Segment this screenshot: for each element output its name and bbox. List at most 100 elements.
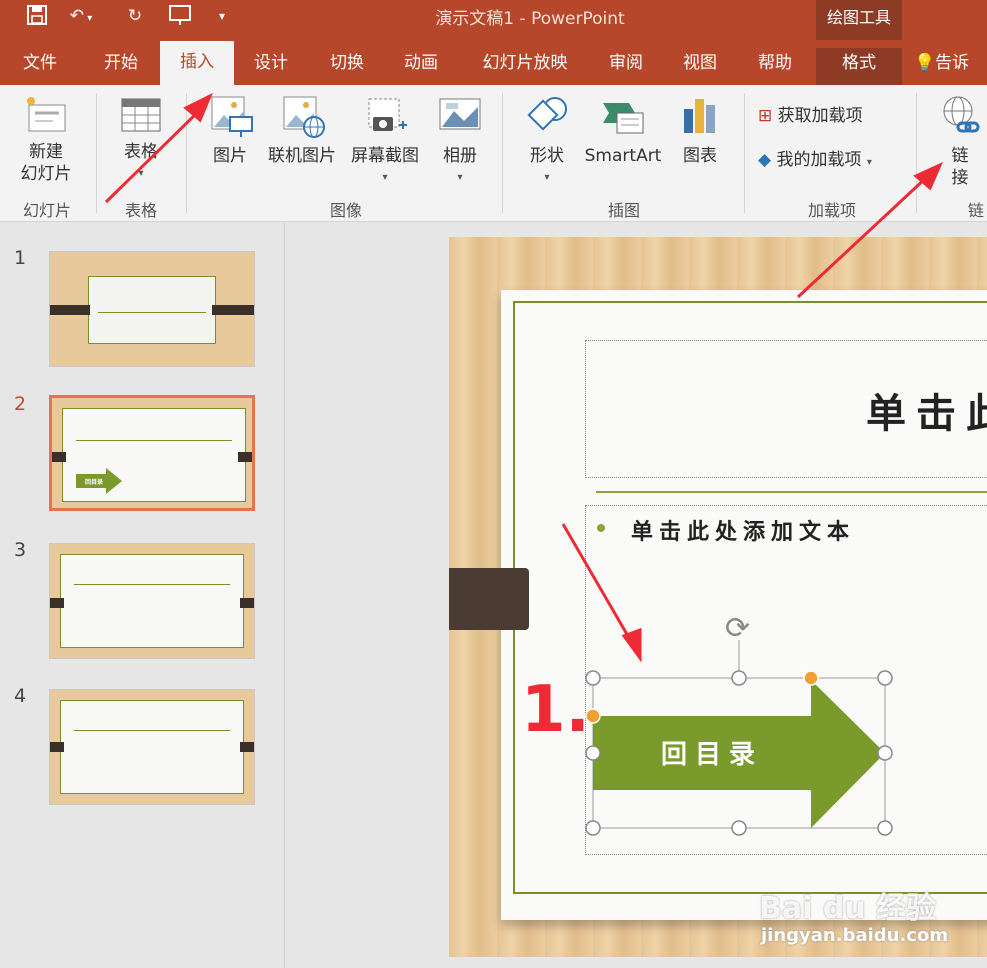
arrow-shape-selection[interactable] [579,612,899,842]
clip [50,742,64,752]
chevron-down-icon: ▾ [457,172,463,183]
clip [52,452,66,462]
my-addins-label: 我的加载项 [776,150,862,170]
smartart-label: SmartArt [584,146,662,166]
slide-thumbnail-3[interactable] [49,543,255,659]
screenshot-button[interactable]: 屏幕截图 ▾ [344,95,426,189]
slide-card [60,554,244,648]
slide-number: 3 [14,539,27,561]
clip [50,598,64,608]
addin-cube-icon: ◆ [758,150,772,170]
arrow-label-mini: 回目录 [85,479,104,486]
chart-button[interactable]: 图表 [670,95,730,167]
new-slide-button[interactable]: 新建 幻灯片 [8,95,84,185]
table-button[interactable]: 表格 ▾ [106,95,176,185]
screenshot-label: 屏幕截图 [351,146,419,166]
ribbon-tabs: 文件 开始 设计 切换 动画 幻灯片放映 审阅 视图 帮助 格式 💡告诉 [0,40,987,85]
album-label: 相册 [443,146,477,166]
screenshot-icon [368,98,407,131]
picture-icon [211,96,253,137]
tab-help[interactable]: 帮助 [744,48,806,85]
title-placeholder-text: 单击此 [866,390,987,437]
separator [744,93,745,213]
tab-transitions[interactable]: 切换 [316,48,378,85]
chevron-down-icon: ▾ [138,168,144,179]
title-divider [596,491,987,493]
get-addins-button[interactable]: ⊞ 获取加载项 [758,105,908,127]
annotation-number: 1. [521,673,590,747]
slide-thumbnail-pane[interactable]: 1 2 回目录 3 4 [0,223,285,968]
tab-insert[interactable]: 插入 [160,41,234,85]
tab-file[interactable]: 文件 [10,48,70,85]
smartart-icon [603,103,644,134]
slide-thumbnail-4[interactable] [49,689,255,805]
tab-design[interactable]: 设计 [240,48,302,85]
chevron-down-icon: ▾ [544,172,550,183]
new-slide-label: 新建 幻灯片 [20,142,72,184]
tab-review[interactable]: 审阅 [596,48,656,85]
separator [186,93,187,213]
table-label: 表格 [124,142,158,162]
album-button[interactable]: 相册 ▾ [428,95,492,189]
title-line [98,312,206,313]
powerpoint-window: ↶ ▾ ↻ ▾ 演示文稿1 - PowerPoint 绘图工具 文件 开始 设计… [0,0,987,968]
title-line [74,730,230,731]
table-icon [121,98,161,132]
title-placeholder[interactable]: 单击此 [585,340,987,478]
get-addins-label: 获取加载项 [777,106,863,126]
arrow-label: 回目录 [661,740,764,770]
group-label-tables: 表格 [124,201,157,220]
slide-thumbnail-1[interactable] [49,251,255,367]
my-addins-button[interactable]: ◆ 我的加载项 ▾ [758,149,908,174]
clip [238,452,252,462]
tab-view[interactable]: 视图 [670,48,730,85]
slide-number: 2 [14,393,27,415]
binder-clip [449,568,529,630]
rotate-handle-icon[interactable]: ⟳ [725,611,750,646]
slide-thumbnail-2[interactable]: 回目录 [49,395,255,511]
lightbulb-icon: 💡 [914,53,936,73]
watermark-brand: Bai du 经验 [759,891,937,926]
tab-tell-me[interactable]: 💡告诉 [914,48,987,85]
document-title: 演示文稿1 - PowerPoint [435,9,625,29]
tab-format[interactable]: 格式 [816,48,902,85]
body-placeholder-text: 单击此处添加文本 [631,519,856,545]
slide-canvas[interactable]: 单击此 单击此处添加文本 ⟳ 回目录 1. Bai du 经验 jingyan.… [449,237,987,957]
picture-button[interactable]: 图片 [198,95,262,167]
photo-album-icon [439,98,481,130]
add-store-icon: ⊞ [758,106,773,126]
link-icon [943,96,980,133]
clip [50,305,90,315]
separator [916,93,917,213]
undo-icon[interactable]: ↶ ▾ [64,4,98,28]
picture-label: 图片 [213,146,247,166]
customize-icon[interactable]: ▾ [212,4,232,28]
shapes-label: 形状 [530,146,564,166]
chevron-down-icon: ▾ [866,157,872,168]
shapes-icon [527,97,567,131]
drawing-tools-title: 绘图工具 [826,8,891,27]
tab-home[interactable]: 开始 [90,48,152,85]
separator [502,93,503,213]
link-label: 链 接 [951,146,969,188]
smartart-button[interactable]: SmartArt [580,95,666,167]
title-card [88,276,216,344]
bullet-dot [597,524,605,532]
save-icon[interactable] [24,4,50,28]
chevron-down-icon: ▾ [382,172,388,183]
link-button[interactable]: 链 接 [930,93,987,189]
tell-me-label: 告诉 [935,53,970,73]
chart-label: 图表 [683,146,717,166]
tab-animations[interactable]: 动画 [390,48,452,85]
title-line [76,440,232,441]
online-picture-button[interactable]: 联机图片 [264,95,340,167]
slide-card [60,700,244,794]
clip [240,598,254,608]
redo-icon[interactable]: ↻ [122,4,148,28]
present-icon[interactable] [166,4,194,28]
shapes-button[interactable]: 形状 ▾ [514,95,580,189]
online-picture-label: 联机图片 [268,146,336,166]
group-label-illustrations: 插图 [607,201,640,220]
tab-slideshow[interactable]: 幻灯片放映 [470,48,580,85]
group-label-links: 链 [968,201,985,220]
